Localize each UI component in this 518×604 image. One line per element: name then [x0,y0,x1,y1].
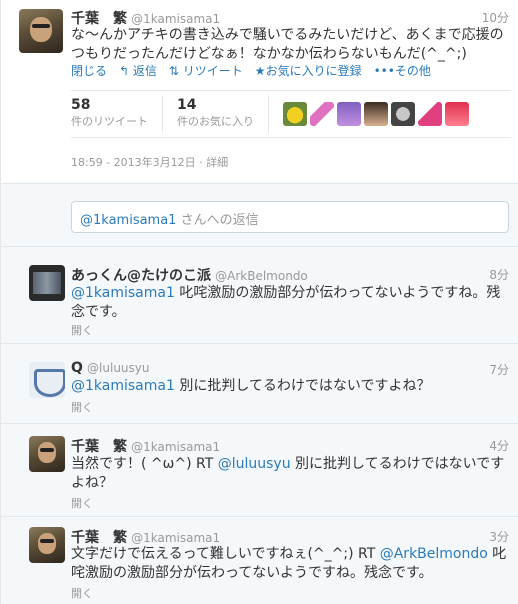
avatar[interactable] [283,102,307,126]
more-button[interactable]: •••その他 [374,62,431,79]
reply-label: 返信 [132,64,157,78]
mention-link[interactable]: @1kamisama1 [71,378,175,394]
main-tweet: 千葉 繁 @1kamisama1 10分 な〜んかアチキの書き込みで騒いでるみた… [1,0,518,183]
avatar[interactable] [310,102,334,126]
tweet-text-body: 当然です！( ^ω^) RT [71,456,218,472]
expand-link[interactable]: 開く [71,495,93,511]
retweet-icon: ⇅ [168,64,183,78]
reply-icon: ↰ [119,64,133,78]
retweet-count-label: 件のリツイート [71,115,148,128]
expand-link[interactable]: 開く [71,322,93,338]
user-name[interactable]: あっくん@たけのこ派 [71,268,211,284]
expand-link[interactable]: 開く [71,399,93,415]
tweet-text: 文字だけで伝えるって難しいですねぇ(^_^;) RT @ArkBelmondo … [71,545,511,583]
tweet-text: @1kamisama1 別に批判してるわけではないですよね？ [71,377,511,396]
tweet-text-body: 別に批判してるわけではないですよね？ [174,378,431,394]
tweet-time[interactable]: 4分 [489,437,509,454]
user-name[interactable]: 千葉 繁 [71,11,127,27]
tweet-time[interactable]: 7分 [489,361,509,378]
favorite-label: お気に入りに登録 [265,64,362,78]
tweet-stats: 58 件のリツイート 14 件のお気に入り [71,90,511,138]
tweet-text: @1kamisama1 叱咤激励の激励部分が伝わってないようですね。残念です。 [71,284,511,322]
avatar[interactable] [364,102,388,126]
reply-tweet[interactable]: 千葉 繁 @1kamisama1 3分 文字だけで伝えるって難しいですねぇ(^_… [1,517,518,604]
tweet-page: 千葉 繁 @1kamisama1 10分 な〜んかアチキの書き込みで騒いでるみた… [0,0,518,604]
tweet-text: 当然です！( ^ω^) RT @luluusyu 別に批判してるわけではないです… [71,455,511,493]
tweet-header: 千葉 繁 @1kamisama1 [71,8,220,28]
user-handle[interactable]: @1kamisama1 [131,12,220,26]
avatar[interactable] [391,102,415,126]
tweet-header: あっくん@たけのこ派 @ArkBelmondo [71,265,308,285]
reply-placeholder: さんへの返信 [176,213,259,228]
avatar[interactable] [19,9,63,53]
expand-link[interactable]: 開く [71,585,93,601]
avatar[interactable] [445,102,469,126]
timestamp-text: 18:59 - 2013年3月12日 [71,156,196,169]
retweet-button[interactable]: ⇅ リツイート [169,62,243,79]
tweet-text: な〜んかアチキの書き込みで騒いでるみたいだけど、あくまで応援の つもりだったんだ… [71,26,515,64]
retweet-label: リツイート [182,64,243,78]
avatar[interactable] [418,102,442,126]
tweet-text-body: 文字だけで伝えるって難しいですねぇ(^_^;) RT [71,546,380,562]
tweet-header: Q @luluusyu [71,360,150,376]
avatar[interactable] [29,527,65,563]
avatar[interactable] [29,362,65,398]
favoriters-avatars [283,102,469,126]
tweet-time[interactable]: 8分 [489,266,509,283]
avatar[interactable] [29,265,65,301]
favorite-button[interactable]: ★お気に入りに登録 [255,62,362,79]
details-link[interactable]: 詳細 [206,156,228,169]
more-label: その他 [394,64,431,78]
tweet-text-line: な〜んかアチキの書き込みで騒いでるみたいだけど、あくまで応援の [71,27,504,43]
avatar[interactable] [29,436,65,472]
reply-button[interactable]: ↰ 返信 [119,62,157,79]
user-handle[interactable]: @ArkBelmondo [215,269,308,283]
mention-link[interactable]: @ArkBelmondo [380,546,488,562]
tweet-header: 千葉 繁 @1kamisama1 [71,436,220,456]
tweet-header: 千葉 繁 @1kamisama1 [71,527,220,547]
tweet-actions: 閉じる ↰ 返信 ⇅ リツイート ★お気に入りに登録 •••その他 [71,62,431,79]
favorite-stat[interactable]: 14 件のお気に入り [177,95,269,133]
favorite-count-label: 件のお気に入り [177,115,254,128]
retweet-stat[interactable]: 58 件のリツイート [71,95,163,133]
tweet-timestamp: 18:59 - 2013年3月12日 · 詳細 [71,156,229,169]
user-name[interactable]: 千葉 繁 [71,439,127,455]
tweet-time[interactable]: 10分 [482,9,509,26]
reply-tweet[interactable]: Q @luluusyu 7分 @1kamisama1 別に批判してるわけではない… [1,344,518,424]
user-handle[interactable]: @luluusyu [87,361,149,375]
retweet-count: 58 [71,97,91,113]
reply-mention: @1kamisama1 [80,213,177,228]
reply-input[interactable]: @1kamisama1 さんへの返信 [71,201,509,233]
reply-tweet[interactable]: あっくん@たけのこ派 @ArkBelmondo 8分 @1kamisama1 叱… [1,247,518,344]
user-name[interactable]: 千葉 繁 [71,530,127,546]
dots-icon: ••• [373,64,395,78]
mention-link[interactable]: @luluusyu [218,456,291,472]
mention-link[interactable]: @1kamisama1 [71,285,175,301]
avatar[interactable] [337,102,361,126]
tweet-time[interactable]: 3分 [489,528,509,545]
star-icon: ★ [254,64,266,78]
favorite-count: 14 [177,97,197,113]
user-handle[interactable]: @1kamisama1 [131,531,220,545]
user-handle[interactable]: @1kamisama1 [131,440,220,454]
reply-tweet[interactable]: 千葉 繁 @1kamisama1 4分 当然です！( ^ω^) RT @lulu… [1,424,518,517]
reply-area: @1kamisama1 さんへの返信 [1,183,518,247]
user-name[interactable]: Q [71,360,83,376]
close-button[interactable]: 閉じる [71,62,107,79]
